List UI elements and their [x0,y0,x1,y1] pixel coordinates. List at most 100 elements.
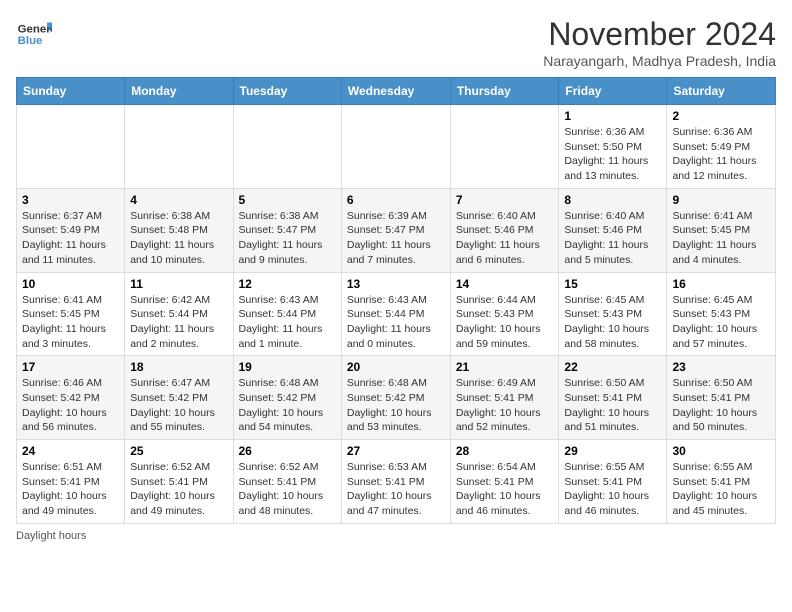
calendar-day-cell: 10 Sunrise: 6:41 AM Sunset: 5:45 PM Dayli… [17,272,125,356]
calendar-day-cell: 15 Sunrise: 6:45 AM Sunset: 5:43 PM Dayli… [559,272,667,356]
day-info: Sunrise: 6:55 AM Sunset: 5:41 PM Dayligh… [672,460,770,519]
daylight-label: Daylight hours [16,530,86,542]
logo: General Blue [16,16,52,52]
day-number: 16 [672,277,770,291]
calendar-day-cell: 29 Sunrise: 6:55 AM Sunset: 5:41 PM Dayli… [559,440,667,524]
day-info: Sunrise: 6:41 AM Sunset: 5:45 PM Dayligh… [672,209,770,268]
day-info: Sunrise: 6:37 AM Sunset: 5:49 PM Dayligh… [22,209,119,268]
calendar-week-row: 10 Sunrise: 6:41 AM Sunset: 5:45 PM Dayli… [17,272,776,356]
day-number: 17 [22,360,119,374]
calendar-body: 1 Sunrise: 6:36 AM Sunset: 5:50 PM Daylig… [17,105,776,524]
day-number: 10 [22,277,119,291]
calendar-week-row: 17 Sunrise: 6:46 AM Sunset: 5:42 PM Dayli… [17,356,776,440]
day-info: Sunrise: 6:41 AM Sunset: 5:45 PM Dayligh… [22,293,119,352]
calendar-day-cell: 1 Sunrise: 6:36 AM Sunset: 5:50 PM Daylig… [559,105,667,189]
calendar-day-cell: 25 Sunrise: 6:52 AM Sunset: 5:41 PM Dayli… [125,440,233,524]
calendar-day-cell: 2 Sunrise: 6:36 AM Sunset: 5:49 PM Daylig… [667,105,776,189]
calendar-day-cell [125,105,233,189]
calendar-day-cell: 27 Sunrise: 6:53 AM Sunset: 5:41 PM Dayli… [341,440,450,524]
day-info: Sunrise: 6:48 AM Sunset: 5:42 PM Dayligh… [347,376,445,435]
calendar-day-cell: 21 Sunrise: 6:49 AM Sunset: 5:41 PM Dayli… [450,356,559,440]
calendar-day-cell: 20 Sunrise: 6:48 AM Sunset: 5:42 PM Dayli… [341,356,450,440]
weekday-header-row: SundayMondayTuesdayWednesdayThursdayFrid… [17,78,776,105]
calendar-day-cell: 12 Sunrise: 6:43 AM Sunset: 5:44 PM Dayli… [233,272,341,356]
calendar-day-cell: 4 Sunrise: 6:38 AM Sunset: 5:48 PM Daylig… [125,188,233,272]
day-number: 15 [564,277,661,291]
calendar-footer: Daylight hours [16,530,776,542]
day-number: 29 [564,444,661,458]
day-info: Sunrise: 6:51 AM Sunset: 5:41 PM Dayligh… [22,460,119,519]
day-number: 14 [456,277,554,291]
calendar-day-cell: 16 Sunrise: 6:45 AM Sunset: 5:43 PM Dayli… [667,272,776,356]
day-number: 7 [456,193,554,207]
logo-icon: General Blue [16,16,52,52]
day-number: 12 [239,277,336,291]
day-number: 4 [130,193,227,207]
day-info: Sunrise: 6:43 AM Sunset: 5:44 PM Dayligh… [239,293,336,352]
day-number: 30 [672,444,770,458]
day-info: Sunrise: 6:54 AM Sunset: 5:41 PM Dayligh… [456,460,554,519]
weekday-header-cell: Saturday [667,78,776,105]
calendar-day-cell: 30 Sunrise: 6:55 AM Sunset: 5:41 PM Dayli… [667,440,776,524]
day-number: 3 [22,193,119,207]
day-number: 8 [564,193,661,207]
calendar-day-cell [233,105,341,189]
day-info: Sunrise: 6:38 AM Sunset: 5:47 PM Dayligh… [239,209,336,268]
day-number: 27 [347,444,445,458]
weekday-header-cell: Wednesday [341,78,450,105]
weekday-header-cell: Sunday [17,78,125,105]
day-number: 25 [130,444,227,458]
calendar-day-cell: 17 Sunrise: 6:46 AM Sunset: 5:42 PM Dayli… [17,356,125,440]
weekday-header-cell: Friday [559,78,667,105]
svg-text:General: General [18,23,52,35]
calendar-week-row: 1 Sunrise: 6:36 AM Sunset: 5:50 PM Daylig… [17,105,776,189]
calendar-week-row: 3 Sunrise: 6:37 AM Sunset: 5:49 PM Daylig… [17,188,776,272]
day-number: 28 [456,444,554,458]
day-info: Sunrise: 6:53 AM Sunset: 5:41 PM Dayligh… [347,460,445,519]
day-info: Sunrise: 6:48 AM Sunset: 5:42 PM Dayligh… [239,376,336,435]
day-number: 18 [130,360,227,374]
day-info: Sunrise: 6:50 AM Sunset: 5:41 PM Dayligh… [672,376,770,435]
day-number: 20 [347,360,445,374]
day-info: Sunrise: 6:50 AM Sunset: 5:41 PM Dayligh… [564,376,661,435]
calendar-day-cell: 18Sunrise: 6:47 AM Sunset: 5:42 PM Dayli… [125,356,233,440]
day-info: Sunrise: 6:46 AM Sunset: 5:42 PM Dayligh… [22,376,119,435]
weekday-header-cell: Thursday [450,78,559,105]
day-info: Sunrise: 6:45 AM Sunset: 5:43 PM Dayligh… [672,293,770,352]
day-info: Sunrise: 6:55 AM Sunset: 5:41 PM Dayligh… [564,460,661,519]
calendar-day-cell [341,105,450,189]
day-info: Sunrise: 6:39 AM Sunset: 5:47 PM Dayligh… [347,209,445,268]
calendar-day-cell: 26 Sunrise: 6:52 AM Sunset: 5:41 PM Dayli… [233,440,341,524]
day-number: 26 [239,444,336,458]
day-info: Sunrise: 6:49 AM Sunset: 5:41 PM Dayligh… [456,376,554,435]
day-info: Sunrise: 6:52 AM Sunset: 5:41 PM Dayligh… [130,460,227,519]
page-header: General Blue November 2024 Narayangarh, … [16,16,776,69]
calendar-day-cell: 8Sunrise: 6:40 AM Sunset: 5:46 PM Daylig… [559,188,667,272]
calendar-day-cell: 19 Sunrise: 6:48 AM Sunset: 5:42 PM Dayli… [233,356,341,440]
day-number: 5 [239,193,336,207]
calendar-day-cell: 22Sunrise: 6:50 AM Sunset: 5:41 PM Dayli… [559,356,667,440]
calendar-day-cell: 28 Sunrise: 6:54 AM Sunset: 5:41 PM Dayli… [450,440,559,524]
day-number: 19 [239,360,336,374]
svg-text:Blue: Blue [18,35,43,47]
day-number: 24 [22,444,119,458]
day-info: Sunrise: 6:36 AM Sunset: 5:50 PM Dayligh… [564,125,661,184]
day-number: 23 [672,360,770,374]
day-number: 1 [564,109,661,123]
day-info: Sunrise: 6:45 AM Sunset: 5:43 PM Dayligh… [564,293,661,352]
calendar-day-cell [450,105,559,189]
day-info: Sunrise: 6:36 AM Sunset: 5:49 PM Dayligh… [672,125,770,184]
day-info: Sunrise: 6:42 AM Sunset: 5:44 PM Dayligh… [130,293,227,352]
weekday-header-cell: Monday [125,78,233,105]
calendar-table: SundayMondayTuesdayWednesdayThursdayFrid… [16,77,776,524]
day-number: 9 [672,193,770,207]
day-info: Sunrise: 6:38 AM Sunset: 5:48 PM Dayligh… [130,209,227,268]
calendar-day-cell: 9 Sunrise: 6:41 AM Sunset: 5:45 PM Daylig… [667,188,776,272]
day-info: Sunrise: 6:52 AM Sunset: 5:41 PM Dayligh… [239,460,336,519]
day-number: 21 [456,360,554,374]
calendar-day-cell: 3 Sunrise: 6:37 AM Sunset: 5:49 PM Daylig… [17,188,125,272]
day-info: Sunrise: 6:43 AM Sunset: 5:44 PM Dayligh… [347,293,445,352]
day-number: 2 [672,109,770,123]
calendar-day-cell: 11Sunrise: 6:42 AM Sunset: 5:44 PM Dayli… [125,272,233,356]
calendar-day-cell: 7Sunrise: 6:40 AM Sunset: 5:46 PM Daylig… [450,188,559,272]
